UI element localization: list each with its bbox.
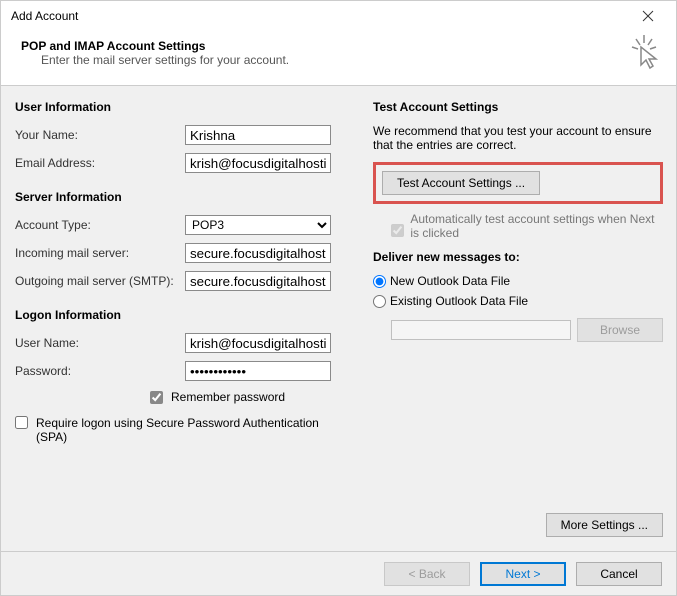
cancel-button[interactable]: Cancel bbox=[576, 562, 662, 586]
auto-test-row: Automatically test account settings when… bbox=[387, 212, 663, 240]
existing-data-file-radio[interactable] bbox=[373, 295, 386, 308]
more-settings-button[interactable]: More Settings ... bbox=[546, 513, 663, 537]
server-info-heading: Server Information bbox=[15, 190, 355, 204]
auto-test-checkbox bbox=[391, 224, 404, 237]
window-title: Add Account bbox=[11, 9, 626, 23]
test-settings-text: We recommend that you test your account … bbox=[373, 124, 663, 152]
field-password: Password: bbox=[15, 360, 355, 382]
deliver-radio-group: New Outlook Data File Existing Outlook D… bbox=[373, 274, 663, 342]
new-data-file-label: New Outlook Data File bbox=[390, 274, 510, 288]
field-outgoing: Outgoing mail server (SMTP): bbox=[15, 270, 355, 292]
next-button[interactable]: Next > bbox=[480, 562, 566, 586]
close-icon bbox=[642, 10, 654, 22]
left-column: User Information Your Name: Email Addres… bbox=[15, 100, 355, 537]
right-column: Test Account Settings We recommend that … bbox=[373, 100, 663, 537]
header-subtitle: Enter the mail server settings for your … bbox=[41, 53, 656, 67]
new-data-file-radio[interactable] bbox=[373, 275, 386, 288]
your-name-label: Your Name: bbox=[15, 128, 185, 142]
test-settings-heading: Test Account Settings bbox=[373, 100, 663, 114]
new-data-file-row: New Outlook Data File bbox=[373, 274, 663, 288]
username-label: User Name: bbox=[15, 336, 185, 350]
field-account-type: Account Type: POP3 bbox=[15, 214, 355, 236]
existing-data-file-row: Existing Outlook Data File bbox=[373, 294, 663, 308]
account-type-label: Account Type: bbox=[15, 218, 185, 232]
dialog-header: POP and IMAP Account Settings Enter the … bbox=[1, 31, 676, 86]
field-email: Email Address: bbox=[15, 152, 355, 174]
test-button-highlight: Test Account Settings ... bbox=[373, 162, 663, 204]
browse-button: Browse bbox=[577, 318, 663, 342]
password-input[interactable] bbox=[185, 361, 331, 381]
email-label: Email Address: bbox=[15, 156, 185, 170]
header-title: POP and IMAP Account Settings bbox=[21, 39, 656, 53]
add-account-dialog: Add Account POP and IMAP Account Setting… bbox=[0, 0, 677, 596]
dialog-footer: < Back Next > Cancel bbox=[1, 551, 676, 595]
cursor-click-icon bbox=[626, 35, 662, 71]
field-your-name: Your Name: bbox=[15, 124, 355, 146]
remember-password-label: Remember password bbox=[171, 390, 285, 404]
outgoing-input[interactable] bbox=[185, 271, 331, 291]
existing-file-path-input bbox=[391, 320, 571, 340]
dialog-body: User Information Your Name: Email Addres… bbox=[1, 86, 676, 551]
email-input[interactable] bbox=[185, 153, 331, 173]
user-info-heading: User Information bbox=[15, 100, 355, 114]
deliver-heading: Deliver new messages to: bbox=[373, 250, 663, 264]
spa-label: Require logon using Secure Password Auth… bbox=[36, 416, 336, 444]
logon-info-heading: Logon Information bbox=[15, 308, 355, 322]
username-input[interactable] bbox=[185, 333, 331, 353]
outgoing-label: Outgoing mail server (SMTP): bbox=[15, 274, 185, 288]
more-settings-row: More Settings ... bbox=[373, 453, 663, 537]
password-label: Password: bbox=[15, 364, 185, 378]
titlebar: Add Account bbox=[1, 1, 676, 31]
auto-test-label: Automatically test account settings when… bbox=[410, 212, 660, 240]
account-type-select[interactable]: POP3 bbox=[185, 215, 331, 235]
existing-file-picker-row: Browse bbox=[391, 318, 663, 342]
your-name-input[interactable] bbox=[185, 125, 331, 145]
spa-checkbox[interactable] bbox=[15, 416, 28, 429]
field-username: User Name: bbox=[15, 332, 355, 354]
remember-password-row: Remember password bbox=[150, 390, 355, 404]
remember-password-checkbox[interactable] bbox=[150, 391, 163, 404]
incoming-label: Incoming mail server: bbox=[15, 246, 185, 260]
close-button[interactable] bbox=[626, 1, 670, 31]
field-incoming: Incoming mail server: bbox=[15, 242, 355, 264]
spa-row: Require logon using Secure Password Auth… bbox=[15, 416, 355, 444]
back-button: < Back bbox=[384, 562, 470, 586]
existing-data-file-label: Existing Outlook Data File bbox=[390, 294, 528, 308]
incoming-input[interactable] bbox=[185, 243, 331, 263]
test-account-settings-button[interactable]: Test Account Settings ... bbox=[382, 171, 540, 195]
